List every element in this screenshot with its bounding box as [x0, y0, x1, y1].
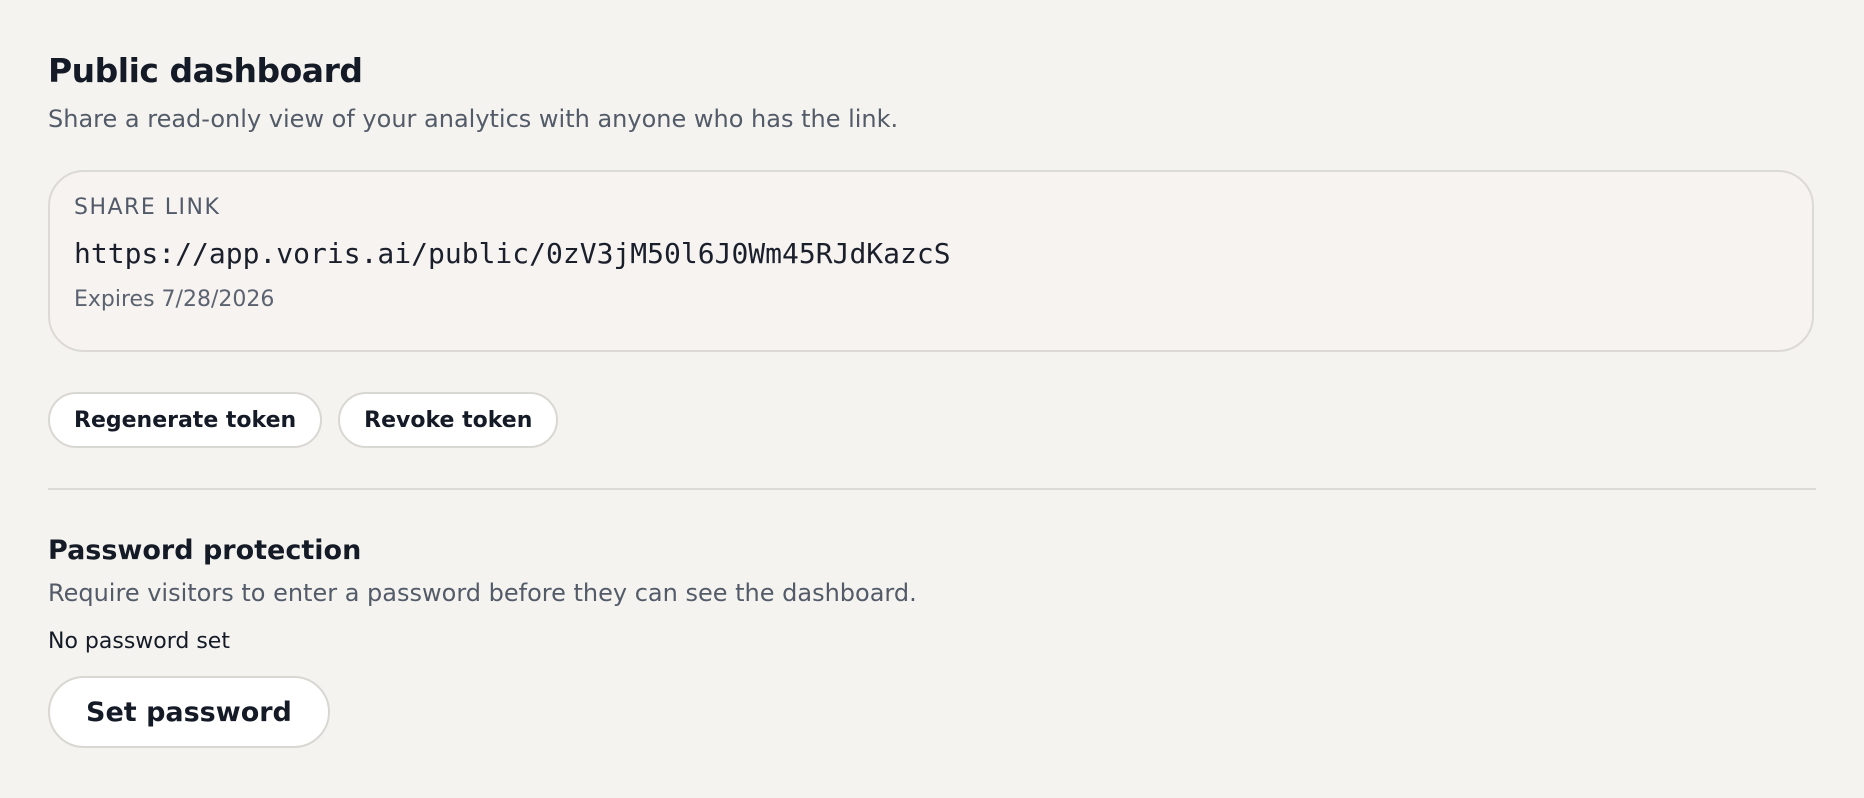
share-link-card: SHARE LINK https://app.voris.ai/public/0… [48, 170, 1814, 352]
set-password-button[interactable]: Set password [48, 676, 330, 748]
password-section-title: Password protection [48, 535, 362, 566]
share-link-label: SHARE LINK [74, 195, 221, 220]
section-divider [48, 488, 1816, 490]
token-actions: Regenerate token Revoke token [48, 392, 1816, 448]
password-status: No password set [48, 629, 230, 654]
share-link-expiry: Expires 7/28/2026 [74, 287, 275, 312]
share-link-url[interactable]: https://app.voris.ai/public/0zV3jM50l6J0… [74, 236, 1788, 272]
password-section-description: Require visitors to enter a password bef… [48, 579, 917, 607]
revoke-token-button[interactable]: Revoke token [338, 392, 559, 448]
page-title: Public dashboard [48, 51, 363, 90]
settings-page: Public dashboard Share a read-only view … [0, 0, 1864, 748]
public-dashboard-section: Public dashboard Share a read-only view … [48, 48, 1816, 448]
password-protection-section: Password protection Require visitors to … [48, 534, 1816, 748]
regenerate-token-button[interactable]: Regenerate token [48, 392, 323, 448]
page-description: Share a read-only view of your analytics… [48, 105, 899, 133]
